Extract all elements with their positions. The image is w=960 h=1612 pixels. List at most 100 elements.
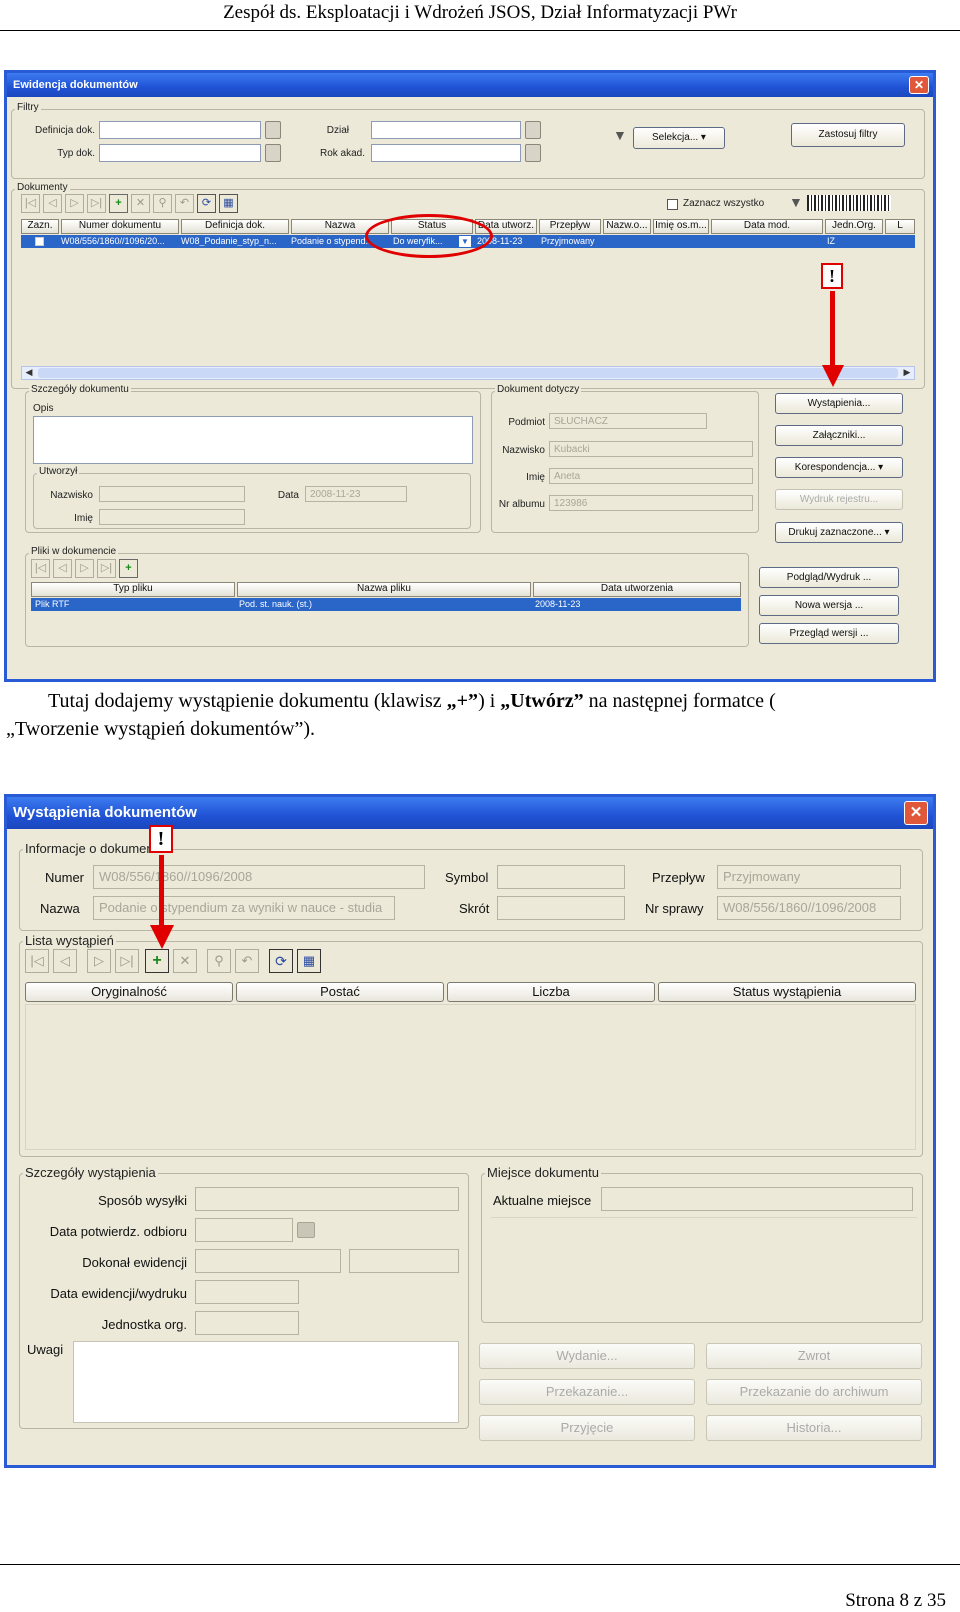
apply-filters-button[interactable]: Zastosuj filtry: [791, 123, 905, 147]
rok-picker-button[interactable]: [525, 144, 541, 162]
undo-icon[interactable]: ↶: [175, 194, 194, 213]
column-header[interactable]: Jedn.Org.: [825, 219, 883, 234]
jednostka-label: Jednostka org.: [101, 1317, 187, 1332]
drukuj-zaznaczone-button[interactable]: Drukuj zaznaczone... ▾: [775, 522, 903, 543]
rok-label: Rok akad.: [319, 148, 365, 159]
zwrot-button[interactable]: Zwrot: [706, 1343, 922, 1369]
prev-file-icon[interactable]: ◁: [53, 559, 72, 578]
delete-record-icon[interactable]: ✕: [173, 949, 197, 973]
imie-label: Imię: [526, 472, 545, 483]
title-bar: Ewidencja dokumentów: [7, 73, 933, 97]
typ-input[interactable]: [99, 144, 261, 162]
przekazanie-button[interactable]: Przekazanie...: [479, 1379, 695, 1405]
data-potw-field: [195, 1218, 293, 1242]
podglad-wydruk-button[interactable]: Podgląd/Wydruk ...: [759, 567, 899, 588]
zalaczniki-button[interactable]: Załączniki...: [775, 425, 903, 446]
selekcja-button[interactable]: Selekcja... ▾: [633, 127, 725, 149]
dzial-picker-button[interactable]: [525, 121, 541, 139]
select-all-checkbox[interactable]: [667, 199, 678, 210]
document-header: Zespół ds. Eksploatacji i Wdrożeń JSOS, …: [223, 2, 737, 23]
scroll-left-icon[interactable]: ◀: [22, 367, 36, 379]
first-file-icon[interactable]: |◁: [31, 559, 50, 578]
undo-icon[interactable]: ↶: [235, 949, 259, 973]
delete-record-icon[interactable]: ✕: [131, 194, 150, 213]
close-button[interactable]: ✕: [904, 801, 928, 825]
horizontal-scrollbar[interactable]: ◀ ▶: [21, 366, 915, 380]
add-file-icon[interactable]: +: [119, 559, 138, 578]
column-header[interactable]: Zazn.: [21, 219, 59, 234]
data-ewid-label: Data ewidencji/wydruku: [50, 1286, 187, 1301]
search-icon[interactable]: ⚲: [207, 949, 231, 973]
skrot-field: [497, 896, 625, 920]
barcode-icon[interactable]: [807, 195, 891, 211]
next-record-icon[interactable]: ▷: [65, 194, 84, 213]
first-record-icon[interactable]: |◁: [25, 949, 49, 973]
next-record-icon[interactable]: ▷: [87, 949, 111, 973]
prev-record-icon[interactable]: ◁: [43, 194, 62, 213]
filter-funnel-icon: ▼: [613, 127, 627, 143]
add-record-icon[interactable]: +: [145, 949, 169, 973]
przeglad-wersji-button[interactable]: Przegląd wersji ...: [759, 623, 899, 644]
close-button[interactable]: ✕: [909, 76, 929, 94]
export-icon[interactable]: ▦: [297, 949, 321, 973]
column-header[interactable]: Data mod.: [711, 219, 823, 234]
symbol-field: [497, 865, 625, 889]
first-record-icon[interactable]: |◁: [21, 194, 40, 213]
rok-input[interactable]: [371, 144, 521, 162]
next-file-icon[interactable]: ▷: [75, 559, 94, 578]
row-checkbox[interactable]: [35, 237, 44, 246]
search-icon[interactable]: ⚲: [153, 194, 172, 213]
last-record-icon[interactable]: ▷|: [115, 949, 139, 973]
last-file-icon[interactable]: ▷|: [97, 559, 116, 578]
definicja-picker-button[interactable]: [265, 121, 281, 139]
add-record-icon[interactable]: +: [109, 194, 128, 213]
nowa-wersja-button[interactable]: Nowa wersja ...: [759, 595, 899, 616]
aktualne-label: Aktualne miejsce: [493, 1193, 592, 1208]
column-header[interactable]: Postać: [236, 982, 444, 1002]
column-header[interactable]: L: [885, 219, 915, 234]
column-header[interactable]: Typ pliku: [31, 582, 235, 597]
wystapienia-button[interactable]: Wystąpienia...: [775, 393, 903, 414]
typ-picker-button[interactable]: [265, 144, 281, 162]
column-header[interactable]: Status wystąpienia: [658, 982, 916, 1002]
uwagi-textarea[interactable]: [73, 1341, 459, 1423]
column-header[interactable]: Nazw.o...: [603, 219, 651, 234]
column-header[interactable]: Imię os.m...: [653, 219, 709, 234]
column-header[interactable]: Data utworzenia: [533, 582, 741, 597]
cell-jedn: IZ: [827, 236, 835, 246]
opis-textarea[interactable]: [33, 416, 473, 464]
occurrence-details-label: Szczegóły wystąpienia: [23, 1165, 158, 1180]
korespondencja-button[interactable]: Korespondencja... ▾: [775, 457, 903, 478]
scrollbar-thumb[interactable]: [38, 368, 898, 378]
album-field: 123986: [549, 495, 753, 511]
przekazanie-archiwum-button[interactable]: Przekazanie do archiwum: [706, 1379, 922, 1405]
dzial-label: Dział: [326, 125, 349, 136]
definicja-input[interactable]: [99, 121, 261, 139]
table-row[interactable]: Plik RTF Pod. st. nauk. (st.) 2008-11-23: [31, 598, 741, 611]
column-header[interactable]: Przepływ: [539, 219, 601, 234]
utworzyl-imie-field: [99, 509, 245, 525]
scroll-right-icon[interactable]: ▶: [900, 367, 914, 379]
refresh-icon[interactable]: ⟳: [269, 949, 293, 973]
column-header[interactable]: Oryginalność: [25, 982, 233, 1002]
przyjecie-button[interactable]: Przyjęcie: [479, 1415, 695, 1441]
refresh-icon[interactable]: ⟳: [197, 194, 216, 213]
last-record-icon[interactable]: ▷|: [87, 194, 106, 213]
column-header[interactable]: Definicja dok.: [181, 219, 289, 234]
dzial-input[interactable]: [371, 121, 521, 139]
prev-record-icon[interactable]: ◁: [53, 949, 77, 973]
wydanie-button[interactable]: Wydanie...: [479, 1343, 695, 1369]
export-icon[interactable]: ▦: [219, 194, 238, 213]
column-header[interactable]: Nazwa pliku: [237, 582, 531, 597]
document-details-label: Szczegóły dokumentu: [29, 384, 131, 395]
calendar-icon[interactable]: [297, 1222, 315, 1238]
column-header[interactable]: Liczba: [447, 982, 655, 1002]
column-header[interactable]: Numer dokumentu: [61, 219, 179, 234]
wydruk-rejestru-button[interactable]: Wydruk rejestru...: [775, 489, 903, 510]
instruction-utworz: „Utwórz”: [500, 690, 584, 712]
aktualne-field: [601, 1187, 913, 1211]
utworzyl-data-field: 2008-11-23: [305, 486, 407, 502]
historia-button[interactable]: Historia...: [706, 1415, 922, 1441]
documents-group-label: Dokumenty: [15, 182, 70, 193]
funnel-icon[interactable]: ▼: [789, 194, 803, 210]
